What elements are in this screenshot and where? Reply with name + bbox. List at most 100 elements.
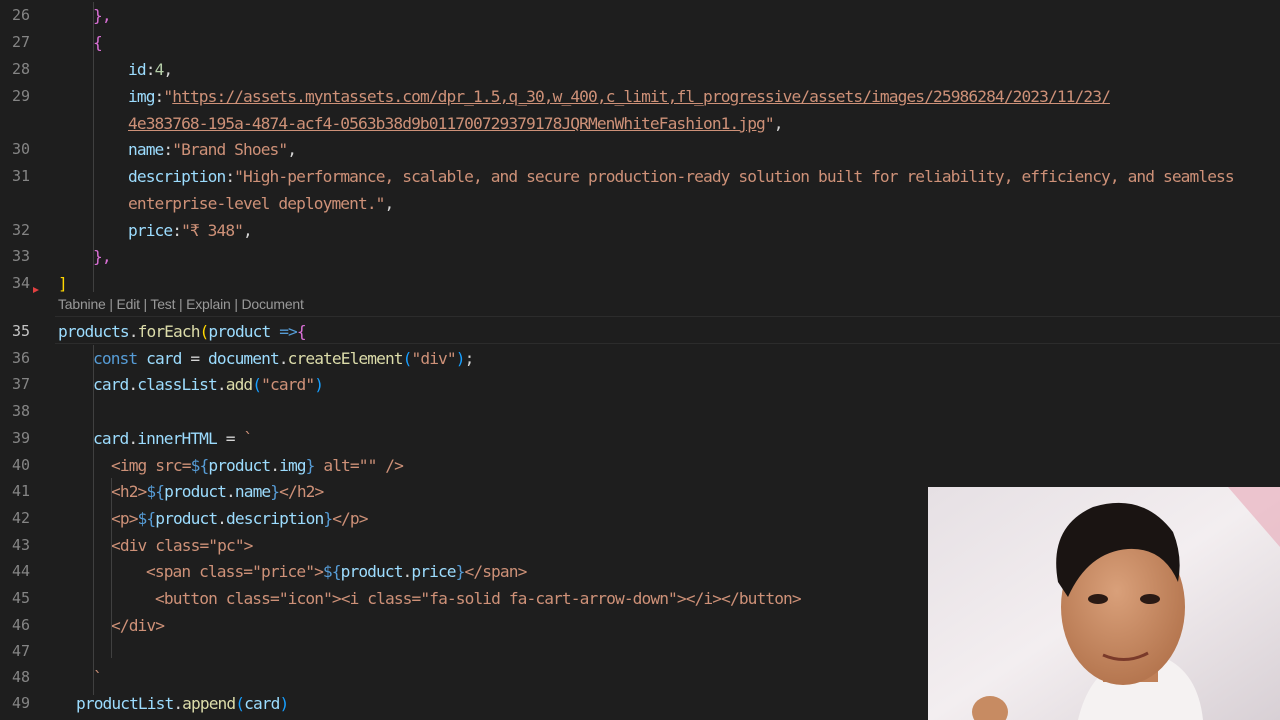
code-token: , (287, 140, 297, 159)
code-text: ` (93, 664, 103, 691)
code-token: product (208, 322, 271, 341)
code-token: = (216, 429, 244, 448)
code-token: const (93, 349, 138, 368)
line-number: 30 (11, 140, 30, 158)
code-text: <img src=${product.img} alt="" /> (111, 452, 404, 479)
codelens-separator: | (139, 296, 151, 312)
code-token: append (182, 694, 236, 713)
line-number: 49 (11, 694, 30, 712)
line-number: 35 (11, 322, 30, 340)
code-token: card (146, 349, 182, 368)
line-number: 34 (11, 274, 30, 292)
code-token: product (208, 456, 271, 475)
code-text: price:"₹ 348", (128, 217, 253, 244)
code-token: ${ (137, 509, 157, 528)
code-token: product (340, 562, 404, 581)
line-number: 38 (11, 402, 30, 420)
code-token: ) (314, 375, 324, 394)
breakpoint-marker-icon[interactable] (33, 287, 39, 293)
line-number: 28 (11, 60, 30, 78)
code-token: . (226, 482, 236, 501)
code-token: card (93, 429, 129, 448)
code-token: "₹ 348" (181, 221, 244, 240)
code-token: = (181, 349, 209, 368)
code-token: ( (252, 375, 262, 394)
line-number: 48 (11, 668, 30, 686)
code-text: img:"https://assets.myntassets.com/dpr_1… (128, 83, 1111, 110)
codelens-tabnine-link[interactable]: Tabnine (58, 296, 106, 312)
line-number: 36 (11, 349, 30, 367)
code-token: ${ (190, 456, 210, 475)
code-text: ] (58, 270, 68, 297)
code-text: <span class="price">${product.price}</sp… (146, 558, 527, 585)
code-token: , (243, 221, 253, 240)
code-token: }, (93, 247, 112, 266)
code-token: ( (402, 349, 413, 368)
code-token: innerHTML (137, 429, 218, 448)
code-token: classList (137, 375, 218, 394)
code-text: 4e383768-195a-4874-acf4-0563b38d9b011700… (128, 110, 783, 137)
line-number: 43 (11, 536, 30, 554)
code-token: </p> (332, 509, 368, 528)
code-text: card.innerHTML = ` (93, 425, 253, 452)
code-token: img (128, 87, 155, 106)
code-text: const card = document.createElement("div… (93, 345, 474, 372)
codelens-explain-link[interactable]: Explain (186, 296, 231, 312)
code-token: products (58, 322, 130, 341)
code-text: card.classList.add("card") (93, 371, 324, 398)
codelens-separator: | (105, 296, 117, 312)
code-token: ) (279, 694, 290, 713)
line-number: 42 (11, 509, 30, 527)
code-token: } (270, 482, 280, 501)
line-number: 31 (11, 167, 30, 185)
code-token: ( (235, 694, 245, 713)
code-token: https://assets.myntassets.com/dpr_1.5,q_… (172, 87, 1111, 106)
code-token: . (216, 375, 227, 394)
code-token: ` (243, 429, 253, 448)
code-token: : (145, 60, 156, 79)
code-token: <p> (111, 509, 138, 528)
code-text: id:4, (128, 56, 173, 83)
code-text: description:"High-performance, scalable,… (128, 163, 1235, 190)
code-token: price (128, 221, 173, 240)
code-token: } (305, 456, 316, 475)
tabnine-codelens: Tabnine | Edit | Test | Explain | Docume… (58, 296, 304, 312)
code-token: : (225, 167, 235, 186)
line-number: 41 (11, 482, 30, 500)
code-token: , (773, 114, 784, 133)
code-token: . (128, 322, 139, 341)
code-token: createElement (287, 349, 404, 368)
indent-guide (111, 478, 112, 658)
line-number: 29 (11, 87, 30, 105)
code-token: . (128, 429, 138, 448)
code-token: "Brand Shoes" (172, 140, 288, 159)
code-token: product (164, 482, 227, 501)
code-token: . (270, 456, 280, 475)
code-token: <span class="price"> (146, 562, 324, 581)
codelens-separator: | (230, 296, 242, 312)
code-text: </div> (111, 612, 165, 639)
codelens-document-link[interactable]: Document (241, 296, 303, 312)
code-token: " (764, 114, 775, 133)
codelens-separator: | (175, 296, 187, 312)
indent-guide (93, 345, 94, 695)
code-token: => (279, 322, 298, 341)
line-number: 37 (11, 375, 30, 393)
codelens-test-link[interactable]: Test (150, 296, 175, 312)
code-token: name (128, 140, 164, 159)
line-number: 40 (11, 456, 30, 474)
code-token: { (93, 33, 103, 52)
code-token: : (172, 221, 182, 240)
code-text: enterprise-level deployment.", (128, 190, 394, 217)
codelens-edit-link[interactable]: Edit (116, 296, 140, 312)
code-token: . (173, 694, 183, 713)
line-number: 47 (11, 642, 30, 660)
code-token: </div> (111, 616, 165, 635)
code-token: . (278, 349, 289, 368)
code-token: . (128, 375, 138, 394)
code-text: { (93, 29, 103, 56)
code-token: ` (93, 668, 103, 687)
code-token: product (155, 509, 218, 528)
